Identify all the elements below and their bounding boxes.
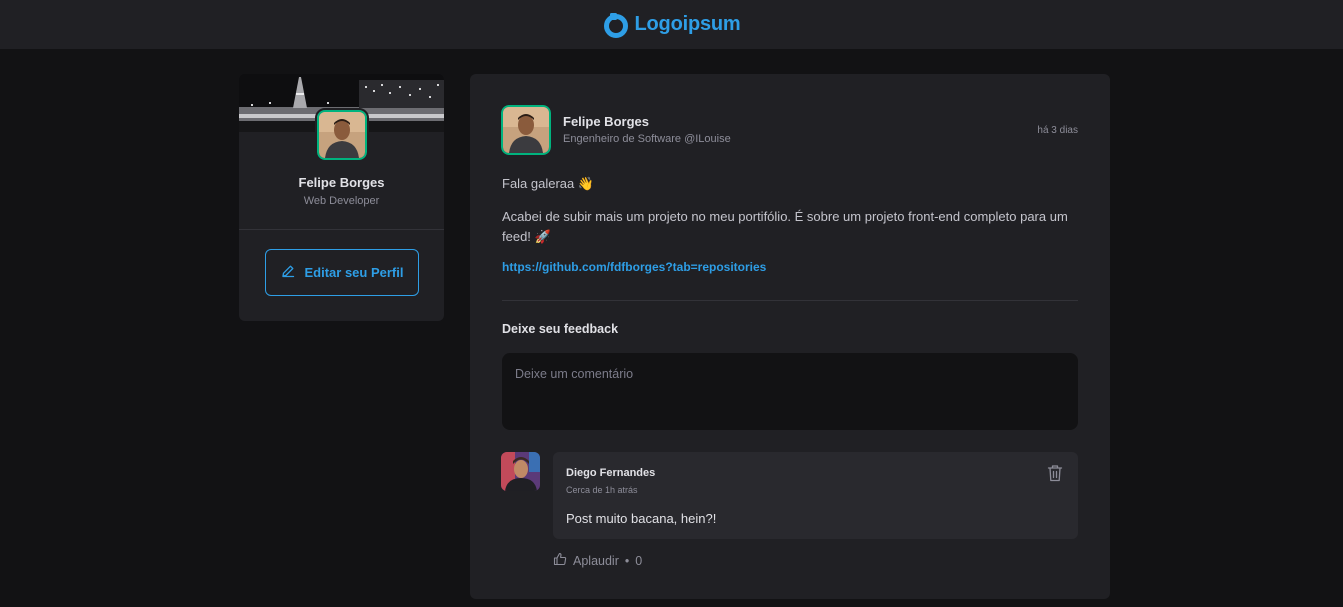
thumbs-up-icon	[553, 552, 567, 569]
post-paragraph: Fala galeraa 👋	[502, 176, 595, 191]
post-link[interactable]: https://github.com/fdfborges?tab=reposit…	[502, 260, 766, 274]
post-paragraph: Acabei de subir mais um projeto no meu p…	[502, 209, 1068, 244]
post-card: Felipe Borges Engenheiro de Software @IL…	[470, 74, 1110, 599]
logo[interactable]: Logoipsum	[603, 12, 741, 38]
author-role: Engenheiro de Software @ILouise	[563, 133, 731, 145]
divider	[239, 229, 444, 230]
applaud-count: 0	[635, 553, 643, 568]
profile-sidebar: Felipe Borges Web Developer Editar seu P…	[239, 74, 444, 321]
commenter-avatar[interactable]	[501, 452, 540, 491]
trash-icon	[1047, 464, 1063, 485]
top-header: Logoipsum	[0, 0, 1343, 49]
logo-ring-icon	[603, 12, 629, 38]
pencil-icon	[281, 264, 295, 281]
author-name: Felipe Borges	[563, 114, 649, 129]
commenter-name: Diego Fernandes	[566, 467, 656, 479]
profile-avatar[interactable]	[315, 108, 369, 162]
author-avatar[interactable]	[499, 103, 553, 157]
feedback-title: Deixe seu feedback	[502, 322, 619, 336]
edit-profile-button[interactable]: Editar seu Perfil	[265, 249, 419, 296]
profile-role: Web Developer	[303, 195, 380, 207]
logo-text: Logoipsum	[634, 13, 741, 35]
comment-time: Cerca de 1h atrás	[566, 485, 638, 495]
comment-card: Diego Fernandes Cerca de 1h atrás Post m…	[553, 452, 1078, 539]
applaud-button[interactable]: Aplaudir • 0	[553, 552, 642, 569]
delete-comment-button[interactable]	[1046, 464, 1064, 484]
comment-input[interactable]	[502, 353, 1078, 430]
edit-profile-label: Editar seu Perfil	[304, 265, 404, 280]
divider	[502, 300, 1078, 301]
applaud-label: Aplaudir	[573, 553, 619, 568]
profile-name: Felipe Borges	[298, 175, 385, 190]
comment-text: Post muito bacana, hein?!	[566, 511, 717, 526]
post-time: há 3 dias	[1037, 125, 1078, 136]
applaud-separator: •	[624, 553, 630, 568]
